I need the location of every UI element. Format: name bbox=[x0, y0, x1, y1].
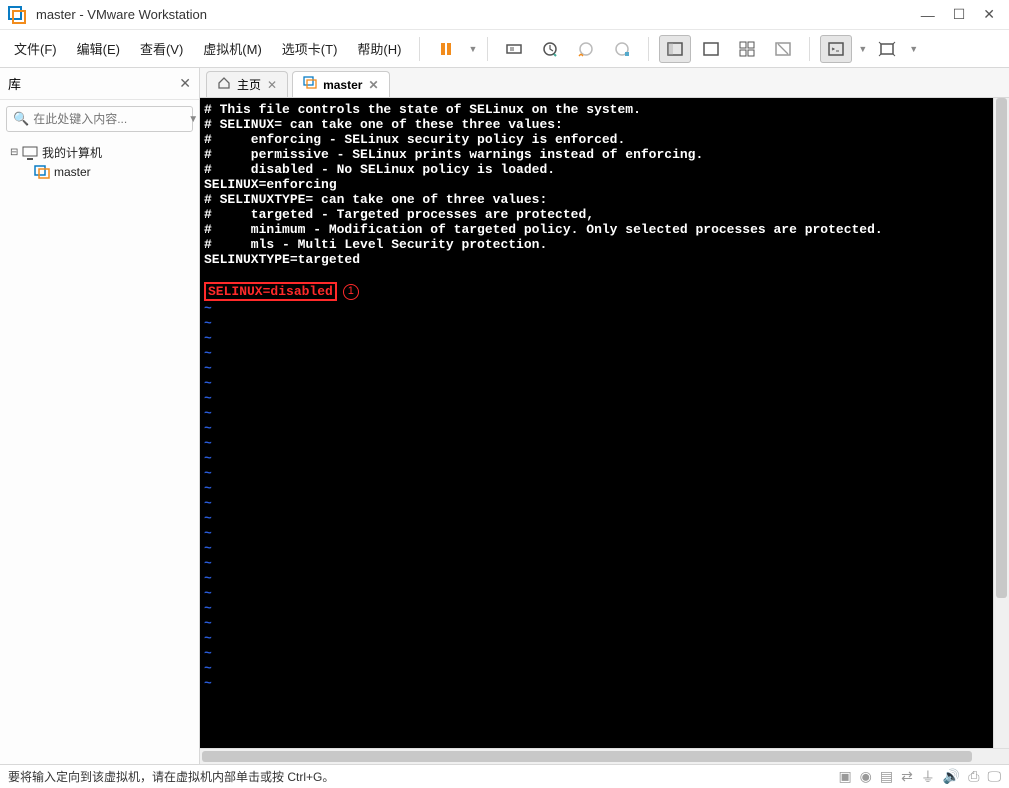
library-search[interactable]: 🔍 ▼ bbox=[6, 106, 193, 132]
status-message: 要将输入定向到该虚拟机，请在虚拟机内部单击或按 Ctrl+G。 bbox=[8, 768, 838, 785]
title-bar: master - VMware Workstation — ☐ ✕ bbox=[0, 0, 1009, 30]
separator bbox=[487, 37, 488, 61]
tab-master-label: master bbox=[323, 78, 362, 92]
pause-button[interactable] bbox=[430, 35, 462, 63]
scrollbar-thumb[interactable] bbox=[202, 751, 972, 762]
menu-help[interactable]: 帮助(H) bbox=[349, 35, 409, 62]
terminal-output[interactable]: # This file controls the state of SELinu… bbox=[200, 98, 993, 748]
tree-root-label: 我的计算机 bbox=[42, 144, 102, 161]
window-controls: — ☐ ✕ bbox=[921, 6, 1001, 23]
send-ctrl-alt-del-button[interactable] bbox=[498, 35, 530, 63]
tab-close-icon[interactable]: ✕ bbox=[267, 78, 277, 92]
minimize-button[interactable]: — bbox=[921, 7, 935, 23]
printer-icon[interactable]: ⎙ bbox=[968, 768, 979, 785]
scrollbar-thumb[interactable] bbox=[996, 98, 1007, 598]
cd-icon[interactable]: ◉ bbox=[860, 768, 872, 785]
separator bbox=[809, 37, 810, 61]
status-device-icons: ▣ ◉ ▤ ⇄ ⏚ 🔊 ⎙ 🖵 bbox=[838, 767, 1001, 787]
collapse-icon[interactable]: ⊟ bbox=[10, 147, 22, 158]
status-bar: 要将输入定向到该虚拟机，请在虚拟机内部单击或按 Ctrl+G。 ▣ ◉ ▤ ⇄ … bbox=[0, 764, 1009, 788]
vm-icon bbox=[303, 76, 317, 93]
close-button[interactable]: ✕ bbox=[983, 6, 995, 23]
window-title: master - VMware Workstation bbox=[36, 7, 921, 22]
menu-file[interactable]: 文件(F) bbox=[6, 35, 65, 62]
vmware-app-icon bbox=[8, 6, 26, 24]
tab-close-icon[interactable]: ✕ bbox=[368, 78, 378, 92]
fullscreen-dropdown-icon[interactable]: ▼ bbox=[909, 44, 918, 54]
annotation-circle: 1 bbox=[343, 284, 359, 300]
manage-snapshots-button[interactable] bbox=[606, 35, 638, 63]
pause-dropdown-icon[interactable]: ▼ bbox=[468, 44, 477, 54]
tab-home[interactable]: 主页 ✕ bbox=[206, 71, 288, 97]
home-icon bbox=[217, 76, 231, 93]
search-icon: 🔍 bbox=[13, 111, 29, 127]
snapshot-button[interactable] bbox=[534, 35, 566, 63]
usb-icon[interactable]: ⏚ bbox=[921, 767, 935, 787]
horizontal-scrollbar[interactable] bbox=[200, 748, 1009, 764]
search-dropdown-icon[interactable]: ▼ bbox=[188, 114, 198, 125]
main-area: 库 ✕ 🔍 ▼ ⊟ 我的计算机 master bbox=[0, 68, 1009, 764]
tab-strip: 主页 ✕ master ✕ bbox=[200, 68, 1009, 98]
tab-master[interactable]: master ✕ bbox=[292, 71, 389, 97]
unity-button[interactable] bbox=[767, 35, 799, 63]
menu-vm[interactable]: 虚拟机(M) bbox=[195, 35, 270, 62]
content-area: 主页 ✕ master ✕ # This file controls the s… bbox=[200, 68, 1009, 764]
highlighted-line: SELINUX=disabled bbox=[204, 282, 337, 301]
vertical-scrollbar[interactable] bbox=[993, 98, 1009, 748]
menu-tabs[interactable]: 选项卡(T) bbox=[274, 35, 346, 62]
fullscreen-button[interactable] bbox=[871, 35, 903, 63]
terminal-container: # This file controls the state of SELinu… bbox=[200, 98, 1009, 748]
search-input[interactable] bbox=[33, 112, 188, 126]
tree-root-my-computer[interactable]: ⊟ 我的计算机 bbox=[6, 142, 193, 163]
menu-bar: 文件(F) 编辑(E) 查看(V) 虚拟机(M) 选项卡(T) 帮助(H) ▼ … bbox=[0, 30, 1009, 68]
console-view-button[interactable] bbox=[820, 35, 852, 63]
sound-icon[interactable]: 🔊 bbox=[943, 768, 960, 785]
sidebar-title: 库 bbox=[8, 74, 179, 93]
library-tree: ⊟ 我的计算机 master bbox=[0, 138, 199, 764]
network-icon[interactable]: ⇄ bbox=[901, 768, 913, 785]
floppy-icon[interactable]: ▤ bbox=[880, 768, 893, 785]
sidebar-header: 库 ✕ bbox=[0, 68, 199, 100]
console-dropdown-icon[interactable]: ▼ bbox=[858, 44, 867, 54]
separator bbox=[648, 37, 649, 61]
view-console-button[interactable] bbox=[695, 35, 727, 63]
view-thumbnail-button[interactable] bbox=[731, 35, 763, 63]
library-sidebar: 库 ✕ 🔍 ▼ ⊟ 我的计算机 master bbox=[0, 68, 200, 764]
revert-snapshot-button[interactable] bbox=[570, 35, 602, 63]
separator bbox=[419, 37, 420, 61]
hard-disk-icon[interactable]: ▣ bbox=[838, 768, 851, 785]
menu-view[interactable]: 查看(V) bbox=[132, 35, 191, 62]
view-single-button[interactable] bbox=[659, 35, 691, 63]
tree-item-label: master bbox=[54, 165, 91, 179]
menu-edit[interactable]: 编辑(E) bbox=[69, 35, 128, 62]
tab-home-label: 主页 bbox=[237, 76, 261, 93]
tree-item-master[interactable]: master bbox=[6, 163, 193, 181]
vm-icon bbox=[34, 165, 50, 179]
sidebar-close-icon[interactable]: ✕ bbox=[179, 75, 191, 92]
display-icon[interactable]: 🖵 bbox=[988, 768, 1002, 785]
maximize-button[interactable]: ☐ bbox=[953, 6, 966, 23]
computer-icon bbox=[22, 146, 38, 160]
